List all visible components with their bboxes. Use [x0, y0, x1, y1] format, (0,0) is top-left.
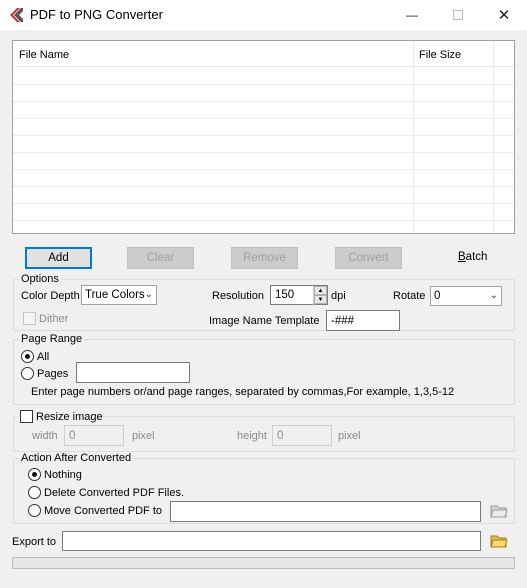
browse-folder-icon[interactable] — [490, 504, 508, 518]
minimize-icon: — — [406, 8, 418, 22]
file-list[interactable]: File Name File Size — [12, 40, 515, 234]
resolution-unit: dpi — [331, 290, 346, 302]
width-label: width — [32, 430, 58, 442]
close-icon: ✕ — [497, 7, 511, 24]
add-button[interactable]: Add — [25, 247, 92, 269]
resize-image-label[interactable]: Resize image — [36, 411, 103, 423]
image-name-template-value: -### — [331, 314, 355, 327]
color-depth-label: Color Depth — [21, 290, 80, 302]
grid-line — [13, 220, 514, 221]
rotate-label: Rotate — [393, 290, 426, 302]
column-file-name[interactable]: File Name — [19, 49, 69, 61]
action-move-radio[interactable] — [28, 504, 41, 517]
action-delete-radio[interactable] — [28, 486, 41, 499]
column-divider[interactable] — [413, 41, 414, 233]
maximize-button[interactable] — [435, 0, 481, 30]
file-list-header: File Name File Size — [13, 41, 514, 67]
chevron-down-icon: ⌄ — [489, 290, 498, 301]
width-unit: pixel — [132, 430, 155, 442]
page-range-legend: Page Range — [19, 333, 85, 345]
window-title: PDF to PNG Converter — [30, 7, 163, 22]
convert-button[interactable]: Convert — [335, 247, 402, 269]
grid-line — [13, 152, 514, 153]
resolution-value: 150 — [275, 289, 295, 301]
spin-down-icon[interactable]: ▼ — [314, 295, 327, 304]
export-folder-icon[interactable] — [490, 534, 508, 548]
grid-line — [13, 118, 514, 119]
height-input[interactable]: 0 — [272, 425, 332, 446]
minimize-button[interactable]: — — [389, 0, 435, 30]
grid-line — [13, 169, 514, 170]
dither-label: Dither — [39, 313, 69, 325]
column-file-size[interactable]: File Size — [419, 49, 461, 61]
export-to-label: Export to — [12, 536, 57, 548]
title-bar: PDF to PNG Converter — ✕ — [0, 0, 527, 30]
resize-image-checkbox[interactable] — [20, 410, 33, 423]
height-unit: pixel — [338, 430, 361, 442]
grid-line — [13, 203, 514, 204]
maximize-icon — [453, 10, 463, 20]
action-nothing-radio[interactable] — [28, 468, 41, 481]
width-input[interactable]: 0 — [64, 425, 124, 446]
clear-button[interactable]: Clear — [127, 247, 194, 269]
remove-button[interactable]: Remove — [231, 247, 298, 269]
action-nothing-label[interactable]: Nothing — [44, 469, 82, 481]
action-move-label[interactable]: Move Converted PDF to — [44, 505, 162, 517]
chevron-down-icon: ⌄ — [144, 289, 153, 300]
spin-up-icon[interactable]: ▲ — [314, 286, 327, 295]
column-divider — [493, 41, 494, 233]
resolution-label: Resolution — [212, 290, 264, 302]
action-after-legend: Action After Converted — [19, 452, 134, 464]
color-depth-value: True Colors — [85, 289, 145, 301]
page-range-all-label[interactable]: All — [37, 351, 49, 363]
resolution-input[interactable]: 150 ▲ ▼ — [270, 285, 328, 305]
grid-line — [13, 84, 514, 85]
grid-line — [13, 101, 514, 102]
color-depth-select[interactable]: True Colors ⌄ — [81, 285, 157, 305]
height-label: height — [237, 430, 267, 442]
rotate-select[interactable]: 0 ⌄ — [430, 286, 502, 306]
image-name-template-input[interactable]: -### — [326, 310, 400, 331]
page-range-all-radio[interactable] — [21, 350, 34, 363]
export-path-input[interactable] — [62, 531, 481, 551]
grid-line — [13, 186, 514, 187]
close-button[interactable]: ✕ — [481, 0, 527, 30]
dither-checkbox[interactable] — [23, 312, 36, 325]
options-legend: Options — [19, 273, 61, 285]
action-delete-label[interactable]: Delete Converted PDF Files. — [44, 487, 184, 499]
grid-line — [13, 135, 514, 136]
page-range-hint: Enter page numbers or/and page ranges, s… — [31, 386, 455, 398]
batch-button[interactable]: Batch — [458, 251, 487, 263]
rotate-value: 0 — [434, 290, 441, 302]
conversion-progress-bar — [12, 557, 515, 569]
height-value: 0 — [277, 429, 284, 442]
resolution-spinner[interactable]: ▲ ▼ — [313, 286, 327, 305]
pages-input[interactable] — [76, 362, 190, 383]
page-range-pages-label[interactable]: Pages — [37, 368, 68, 380]
page-range-pages-radio[interactable] — [21, 367, 34, 380]
width-value: 0 — [69, 429, 76, 442]
move-path-input[interactable] — [170, 501, 481, 522]
image-name-template-label: Image Name Template — [209, 315, 320, 327]
app-logo-icon — [10, 8, 23, 22]
